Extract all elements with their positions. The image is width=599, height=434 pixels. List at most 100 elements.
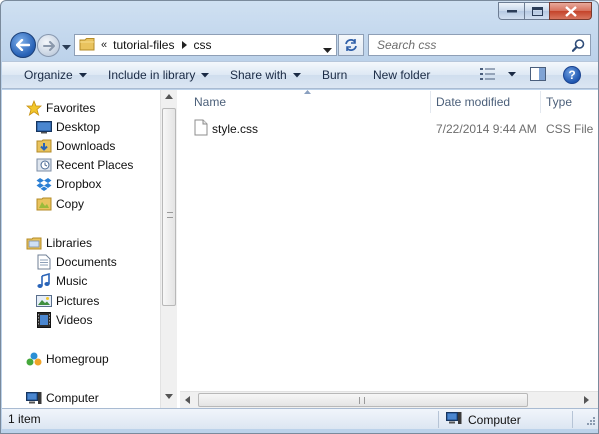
content-area: Favorites Desktop Downloads Recent Place… <box>2 90 598 408</box>
preview-pane-icon <box>530 67 546 81</box>
maximize-icon <box>531 6 543 16</box>
nav-scroll-thumb[interactable] <box>162 108 176 306</box>
nav-item-label: Pictures <box>56 294 100 308</box>
column-date-modified[interactable]: Date modified <box>436 95 510 109</box>
maximize-button[interactable] <box>524 2 549 20</box>
nav-item-videos[interactable]: Videos <box>36 312 92 328</box>
nav-item-recent-places[interactable]: Recent Places <box>36 157 133 173</box>
minimize-button[interactable] <box>498 2 524 20</box>
scroll-down-icon[interactable] <box>165 394 173 399</box>
nav-libraries-label: Libraries <box>46 236 93 250</box>
nav-item-label: Copy <box>56 197 85 211</box>
column-name[interactable]: Name <box>194 95 226 109</box>
desktop-icon <box>36 119 52 135</box>
navigation-pane: Favorites Desktop Downloads Recent Place… <box>2 90 177 408</box>
organize-button[interactable]: Organize <box>24 68 87 82</box>
status-bar: 1 item Computer <box>2 408 598 429</box>
nav-item-copy[interactable]: Copy <box>36 196 84 212</box>
nav-item-documents[interactable]: Documents <box>36 254 117 270</box>
nav-computer[interactable]: Computer <box>26 390 99 406</box>
search-box[interactable] <box>368 34 591 56</box>
scroll-right-icon[interactable] <box>584 396 589 404</box>
css-file-icon <box>194 119 208 139</box>
address-bar[interactable]: « tutorial-files css <box>74 34 337 56</box>
address-row: « tutorial-files css <box>1 27 598 61</box>
include-in-library-button[interactable]: Include in library <box>108 68 210 82</box>
close-button[interactable] <box>549 2 592 20</box>
search-input[interactable] <box>377 38 567 52</box>
breadcrumb-separator-icon[interactable] <box>182 38 188 52</box>
nav-item-label: Recent Places <box>56 158 134 172</box>
column-type[interactable]: Type <box>546 95 572 109</box>
nav-item-pictures[interactable]: Pictures <box>36 293 99 309</box>
refresh-button[interactable] <box>338 34 364 56</box>
new-folder-label: New folder <box>373 68 431 82</box>
chevron-down-icon <box>78 72 87 77</box>
column-divider[interactable] <box>430 91 431 113</box>
breadcrumb-css[interactable]: css <box>193 38 211 52</box>
new-folder-button[interactable]: New folder <box>373 68 430 82</box>
explorer-window: « tutorial-files css Search css Organize… <box>0 0 599 434</box>
file-row[interactable]: style.css 7/22/2014 9:44 AM CSS File <box>194 119 594 139</box>
computer-icon <box>26 390 42 406</box>
caption-buttons <box>498 2 592 20</box>
file-name[interactable]: style.css <box>212 122 258 136</box>
column-header: Name Date modified Type <box>180 90 598 114</box>
file-date-modified: 7/22/2014 9:44 AM <box>436 122 537 136</box>
back-arrow-icon <box>16 39 30 51</box>
nav-favorites[interactable]: Favorites <box>26 100 95 116</box>
breadcrumb-tutorial-files[interactable]: tutorial-files <box>113 38 174 52</box>
details-view-icon <box>480 68 495 80</box>
documents-icon <box>36 254 52 270</box>
preview-pane-button[interactable] <box>530 67 546 81</box>
status-location: Computer <box>446 411 521 428</box>
address-dropdown-icon[interactable] <box>323 43 332 57</box>
nav-computer-label: Computer <box>46 391 99 405</box>
nav-pane-scrollbar[interactable] <box>160 90 177 408</box>
status-item-count: 1 item <box>8 412 41 426</box>
videos-icon <box>36 312 52 328</box>
music-icon <box>36 273 52 289</box>
nav-libraries[interactable]: Libraries <box>26 235 92 251</box>
scroll-up-icon[interactable] <box>165 94 173 99</box>
status-divider <box>572 411 573 428</box>
nav-item-music[interactable]: Music <box>36 273 87 289</box>
burn-label: Burn <box>322 68 348 82</box>
file-list-horizontal-scrollbar[interactable] <box>180 391 598 408</box>
nav-item-desktop[interactable]: Desktop <box>36 119 100 135</box>
search-icon[interactable] <box>571 39 585 55</box>
recent-pages-button[interactable] <box>62 40 71 50</box>
nav-favorites-label: Favorites <box>46 101 96 115</box>
nav-item-label: Downloads <box>56 139 116 153</box>
nav-item-label: Music <box>56 274 88 288</box>
include-in-library-label: Include in library <box>108 68 196 82</box>
nav-item-dropbox[interactable]: Dropbox <box>36 176 101 192</box>
nav-homegroup-label: Homegroup <box>46 352 109 366</box>
folder-icon <box>79 37 95 54</box>
share-with-button[interactable]: Share with <box>230 68 301 82</box>
pictures-icon <box>36 293 52 309</box>
nav-item-label: Videos <box>56 313 93 327</box>
forward-button[interactable] <box>37 34 60 57</box>
copy-folder-icon <box>36 196 52 212</box>
nav-item-label: Desktop <box>56 120 101 134</box>
organize-label: Organize <box>24 68 73 82</box>
change-view-button[interactable] <box>480 68 516 80</box>
recent-places-icon <box>36 157 52 173</box>
share-with-label: Share with <box>230 68 287 82</box>
column-divider[interactable] <box>540 91 541 113</box>
star-icon <box>26 100 42 116</box>
nav-homegroup[interactable]: Homegroup <box>26 351 109 367</box>
scroll-left-icon[interactable] <box>185 396 190 404</box>
chevron-down-icon <box>62 45 71 50</box>
sort-ascending-icon <box>304 90 311 94</box>
back-button[interactable] <box>10 32 36 58</box>
resize-grip-icon[interactable] <box>586 416 596 426</box>
nav-item-downloads[interactable]: Downloads <box>36 138 115 154</box>
help-button[interactable]: ? <box>563 66 581 84</box>
status-location-label: Computer <box>468 412 521 427</box>
burn-button[interactable]: Burn <box>322 68 347 82</box>
close-icon <box>564 5 577 17</box>
horizontal-scroll-thumb[interactable] <box>198 393 528 407</box>
address-overflow[interactable]: « <box>101 39 107 51</box>
